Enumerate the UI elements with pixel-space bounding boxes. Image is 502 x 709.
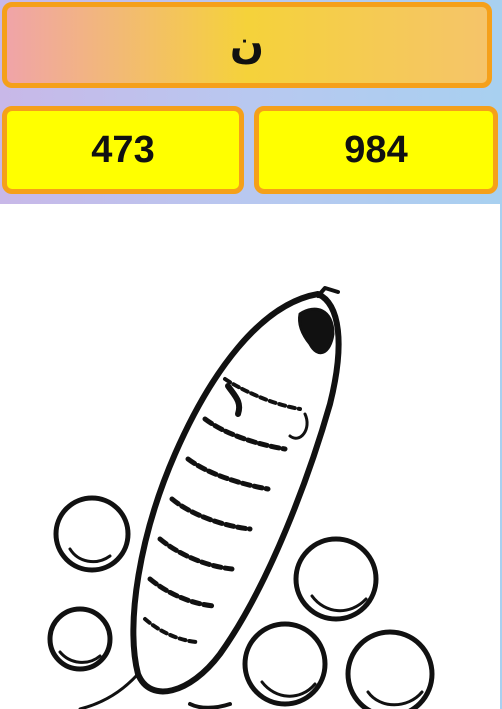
option-button-right[interactable]: 984: [254, 106, 498, 194]
illustration-panel: [0, 204, 500, 709]
option-label: 984: [344, 128, 408, 171]
option-button-left[interactable]: 473: [2, 106, 244, 194]
letter-text: ن: [229, 22, 265, 68]
letter-tile[interactable]: ن: [2, 2, 492, 88]
larva-drawing-icon: [47, 286, 435, 709]
option-label: 473: [91, 128, 155, 171]
